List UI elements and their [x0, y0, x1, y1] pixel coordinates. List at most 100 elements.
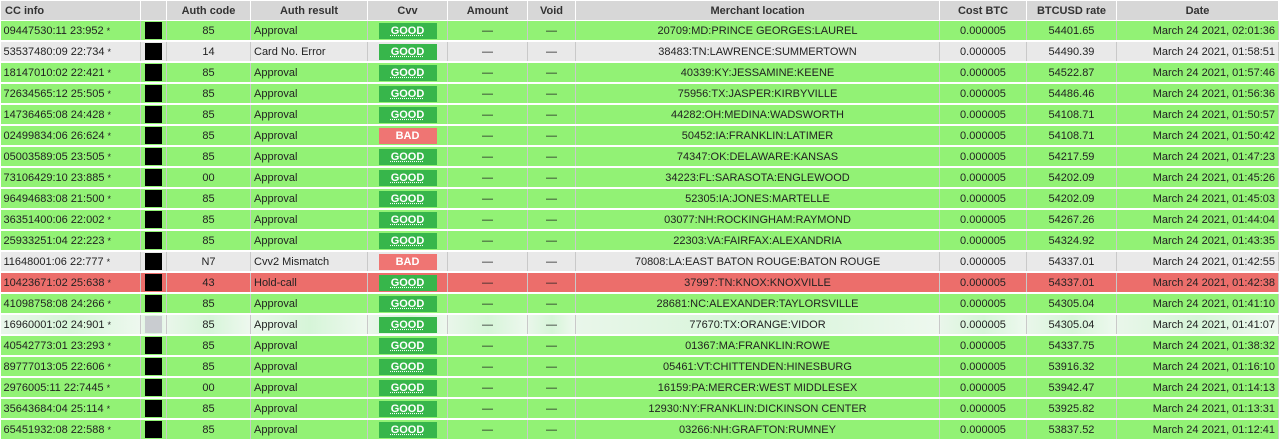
cc-info-cell[interactable]: 02499834:06 26:624 * — [0, 125, 141, 147]
cvv-status-badge[interactable]: GOOD — [378, 379, 437, 396]
table-row[interactable]: 73106429:10 23:885 * 00 Approval GOOD — —34223… — [0, 167, 1279, 189]
cvv-cell: GOOD — [367, 146, 448, 168]
cvv-status-badge[interactable]: GOOD — [378, 85, 437, 102]
header-amount[interactable]: Amount — [447, 0, 528, 21]
cc-info-cell[interactable]: 73106429:10 23:885 * — [0, 167, 141, 189]
table-row[interactable]: 10423671:02 25:638 * 43 Hold-call GOOD — —3799… — [0, 272, 1279, 294]
table-row[interactable]: 96494683:08 21:500 * 85 Approval GOOD — —52305… — [0, 188, 1279, 210]
auth-code-cell: 00 — [166, 377, 251, 399]
cc-info-cell[interactable]: 10423671:02 25:638 * — [0, 272, 141, 294]
table-row[interactable]: 14736465:08 24:428 * 85 Approval GOOD — —44282… — [0, 104, 1279, 126]
auth-result-cell: Approval — [250, 419, 368, 441]
header-cost-btc[interactable]: Cost BTC — [939, 0, 1027, 21]
cvv-status-badge[interactable]: GOOD — [378, 64, 437, 81]
auth-code-cell: 85 — [166, 62, 251, 84]
cc-info-cell[interactable]: 09447530:11 23:952 * — [0, 20, 141, 42]
header-date[interactable]: Date — [1116, 0, 1279, 21]
date-cell: March 24 2021, 01:50:42 — [1116, 125, 1279, 147]
cc-info-cell[interactable]: 05003589:05 23:505 * — [0, 146, 141, 168]
cc-info-cell[interactable]: 16960001:02 24:901 * — [0, 314, 141, 336]
header-auth-code[interactable]: Auth code — [166, 0, 251, 21]
header-flag — [140, 0, 167, 21]
star-marker: * — [107, 109, 111, 120]
auth-result-cell: Approval — [250, 20, 368, 42]
date-cell: March 24 2021, 01:12:41 — [1116, 419, 1279, 441]
cvv-status-badge[interactable]: GOOD — [378, 295, 437, 312]
cc-info-cell[interactable]: 41098758:08 24:266 * — [0, 293, 141, 315]
flag-cell — [140, 335, 167, 357]
cvv-status-badge[interactable]: GOOD — [378, 148, 437, 165]
table-row[interactable]: 36351400:06 22:002 * 85 Approval GOOD — —03077… — [0, 209, 1279, 231]
void-cell: — — [527, 230, 576, 252]
flag-cell — [140, 251, 167, 273]
cc-info-cell[interactable]: 53537480:09 22:734 * — [0, 41, 141, 63]
cc-info-cell[interactable]: 40542773:01 23:293 * — [0, 335, 141, 357]
cc-info-cell[interactable]: 25933251:04 22:223 * — [0, 230, 141, 252]
table-row[interactable]: 02499834:06 26:624 * 85 Approval BAD — —50452:… — [0, 125, 1279, 147]
table-row[interactable]: 16960001:02 24:901 * 85 Approval GOOD — —77670… — [0, 314, 1279, 336]
cc-info-cell[interactable]: 36351400:06 22:002 * — [0, 209, 141, 231]
cc-info-cell[interactable]: 2976005:11 22:7445 * — [0, 377, 141, 399]
table-row[interactable]: 40542773:01 23:293 * 85 Approval GOOD — —01367… — [0, 335, 1279, 357]
cvv-status-badge[interactable]: GOOD — [378, 421, 437, 438]
cvv-status-badge[interactable]: GOOD — [378, 190, 437, 207]
table-row[interactable]: 65451932:08 22:588 * 85 Approval GOOD — —03266… — [0, 419, 1279, 441]
date-cell: March 24 2021, 01:41:07 — [1116, 314, 1279, 336]
cc-info-cell[interactable]: 35643684:04 25:114 * — [0, 398, 141, 420]
cc-info-cell[interactable]: 14736465:08 24:428 * — [0, 104, 141, 126]
void-cell: — — [527, 398, 576, 420]
btcusd-rate-cell: 54337.75 — [1026, 335, 1117, 357]
table-row[interactable]: 41098758:08 24:266 * 85 Approval GOOD — —28681… — [0, 293, 1279, 315]
cvv-status-badge[interactable]: BAD — [378, 253, 437, 270]
date-cell: March 24 2021, 01:16:10 — [1116, 356, 1279, 378]
cvv-status-badge[interactable]: GOOD — [378, 211, 437, 228]
cvv-status-badge[interactable]: GOOD — [378, 400, 437, 417]
cvv-status-badge[interactable]: GOOD — [378, 274, 437, 291]
auth-code-cell: 85 — [166, 188, 251, 210]
cvv-cell: GOOD — [367, 377, 448, 399]
cc-info-cell[interactable]: 72634565:12 25:505 * — [0, 83, 141, 105]
header-void[interactable]: Void — [527, 0, 576, 21]
auth-result-cell: Approval — [250, 209, 368, 231]
table-row[interactable]: 35643684:04 25:114 * 85 Approval GOOD — —12930… — [0, 398, 1279, 420]
card-flag-icon — [145, 85, 162, 102]
cc-info-cell[interactable]: 11648001:06 22:777 * — [0, 251, 141, 273]
merchant-location-cell: 77670:TX:ORANGE:VIDOR — [575, 314, 940, 336]
cvv-status-badge[interactable]: GOOD — [378, 358, 437, 375]
cvv-status-badge[interactable]: BAD — [378, 127, 437, 144]
cvv-status-badge[interactable]: GOOD — [378, 337, 437, 354]
table-row[interactable]: 89777013:05 22:606 * 85 Approval GOOD — —05461… — [0, 356, 1279, 378]
cvv-status-badge[interactable]: GOOD — [378, 232, 437, 249]
cvv-status-badge[interactable]: GOOD — [378, 169, 437, 186]
amount-cell: — — [447, 209, 528, 231]
flag-cell — [140, 398, 167, 420]
cc-info-text: 89777013:05 22:606 — [3, 360, 105, 373]
header-cc-info[interactable]: CC info — [0, 0, 141, 21]
table-row[interactable]: 2976005:11 22:7445 * 00 Approval GOOD — —16159… — [0, 377, 1279, 399]
flag-cell — [140, 167, 167, 189]
table-row[interactable]: 18147010:02 22:421 * 85 Approval GOOD — —40339… — [0, 62, 1279, 84]
header-merchant-location[interactable]: Merchant location — [575, 0, 940, 21]
cvv-status-badge[interactable]: GOOD — [378, 316, 437, 333]
table-row[interactable]: 25933251:04 22:223 * 85 Approval GOOD — —22303… — [0, 230, 1279, 252]
cc-info-cell[interactable]: 89777013:05 22:606 * — [0, 356, 141, 378]
header-btcusd-rate[interactable]: BTCUSD rate — [1026, 0, 1117, 21]
header-auth-result[interactable]: Auth result — [250, 0, 368, 21]
cc-info-cell[interactable]: 18147010:02 22:421 * — [0, 62, 141, 84]
table-row[interactable]: 53537480:09 22:734 * 14 Card No. Error GOOD —… — [0, 41, 1279, 63]
table-row[interactable]: 05003589:05 23:505 * 85 Approval GOOD — —74347… — [0, 146, 1279, 168]
cvv-status-badge[interactable]: GOOD — [378, 43, 437, 60]
table-row[interactable]: 11648001:06 22:777 * N7 Cvv2 Mismatch BAD — —7… — [0, 251, 1279, 273]
cvv-status-badge[interactable]: GOOD — [378, 106, 437, 123]
merchant-location-cell: 16159:PA:MERCER:WEST MIDDLESEX — [575, 377, 940, 399]
cvv-status-badge[interactable]: GOOD — [378, 22, 437, 39]
cc-info-cell[interactable]: 96494683:08 21:500 * — [0, 188, 141, 210]
table-row[interactable]: 09447530:11 23:952 * 85 Approval GOOD — —20709… — [0, 20, 1279, 42]
cc-info-cell[interactable]: 65451932:08 22:588 * — [0, 419, 141, 441]
table-row[interactable]: 72634565:12 25:505 * 85 Approval GOOD — —75956… — [0, 83, 1279, 105]
btcusd-rate-cell: 53925.82 — [1026, 398, 1117, 420]
date-cell: March 24 2021, 01:56:36 — [1116, 83, 1279, 105]
header-cvv[interactable]: Cvv — [367, 0, 448, 21]
auth-result-cell: Approval — [250, 335, 368, 357]
date-cell: March 24 2021, 01:42:55 — [1116, 251, 1279, 273]
